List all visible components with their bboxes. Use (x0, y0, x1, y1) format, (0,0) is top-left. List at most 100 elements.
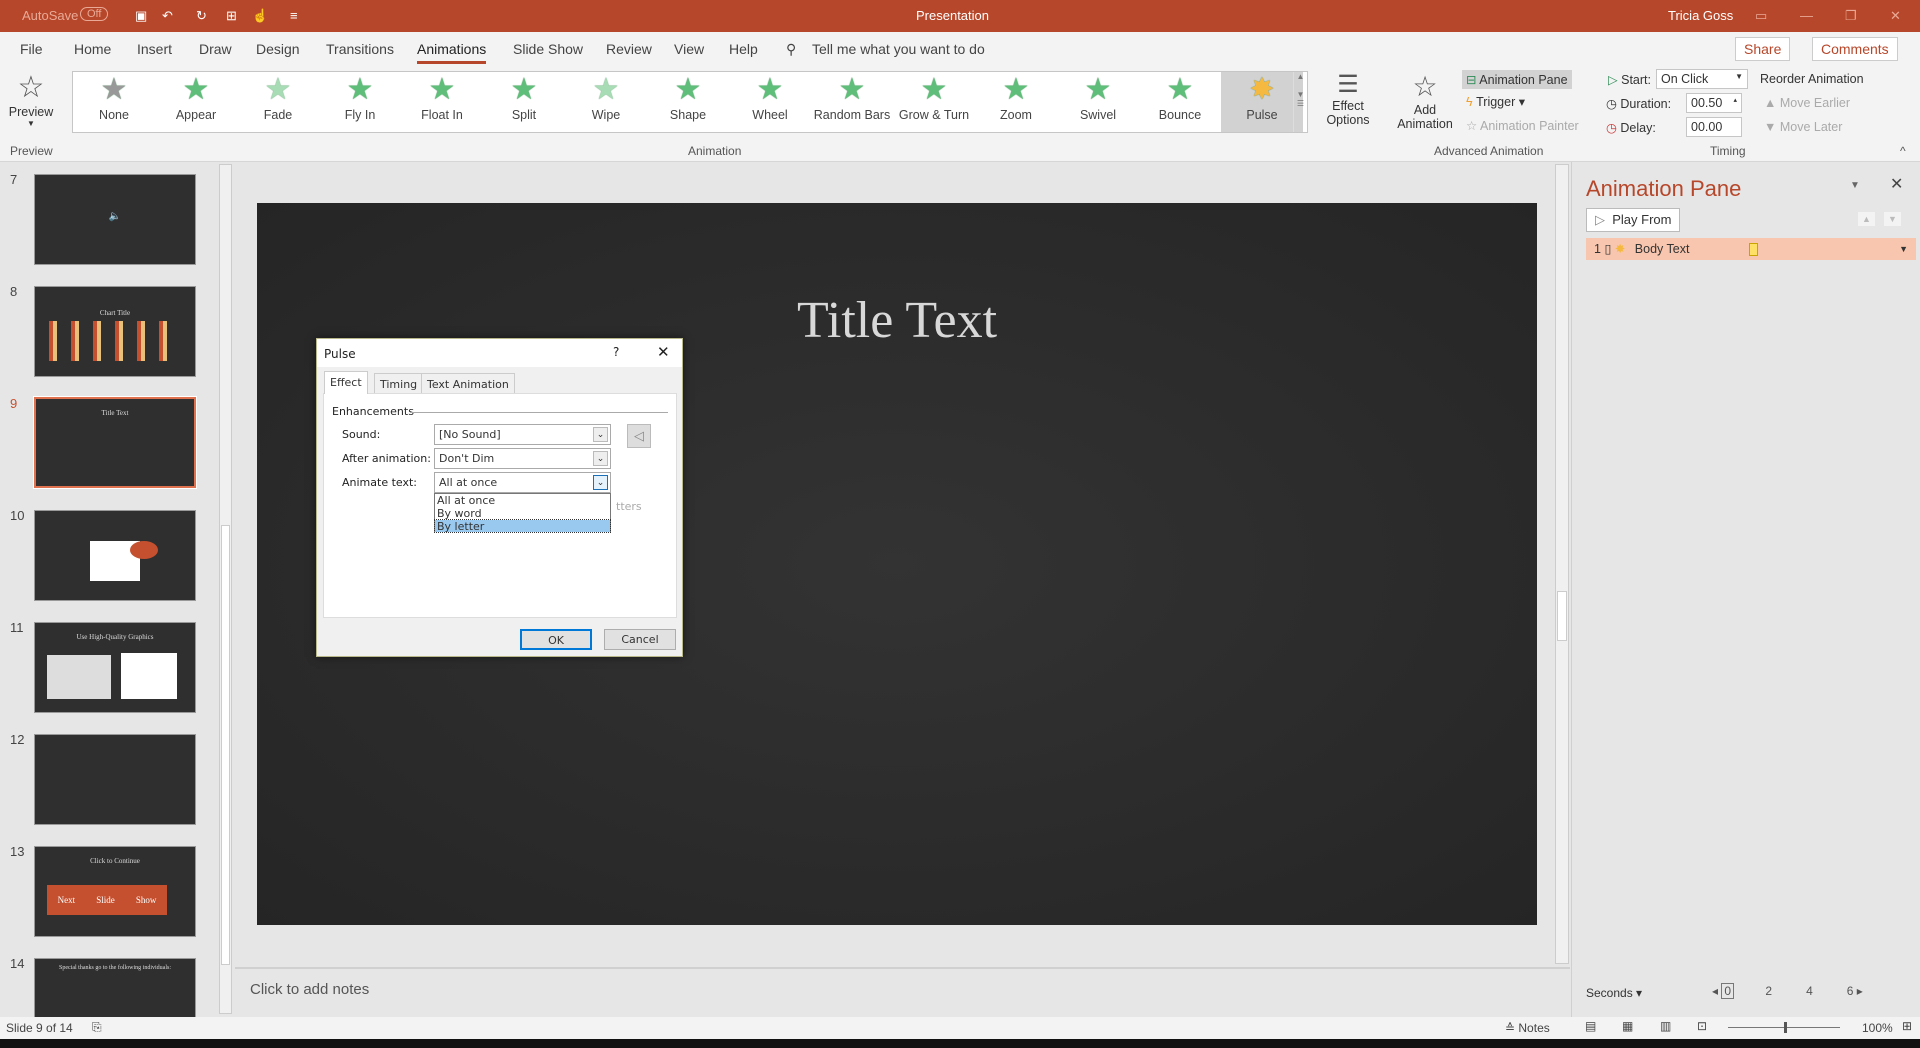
close-pane-icon[interactable]: ✕ (1890, 174, 1903, 194)
tab-home[interactable]: Home (74, 41, 111, 57)
sound-select[interactable]: [No Sound] ⌄ (434, 424, 611, 445)
collapse-ribbon-icon[interactable]: ^ (1900, 144, 1906, 158)
tab-effect[interactable]: Effect (324, 371, 368, 394)
animation-shape[interactable]: ★ Shape (647, 72, 729, 132)
thumbnails-scrollbar[interactable] (219, 164, 232, 1014)
animation-item[interactable]: 1 ▯ ✸ Body Text ▼ (1586, 238, 1916, 260)
fit-slide-icon[interactable]: ⊞ (1902, 1019, 1912, 1033)
notes-button[interactable]: ≙ Notes (1505, 1021, 1550, 1035)
slide-sorter-icon[interactable]: ▦ (1622, 1019, 1633, 1033)
animation-appear[interactable]: ★ Appear (155, 72, 237, 132)
pane-options-icon[interactable]: ▼ (1850, 180, 1860, 191)
tab-help[interactable]: Help (729, 41, 758, 57)
close-icon[interactable]: ✕ (1890, 8, 1901, 24)
zoom-slider[interactable] (1728, 1022, 1840, 1033)
animation-split[interactable]: ★ Split (483, 72, 565, 132)
slide-thumbnail-9[interactable]: Title Text (33, 396, 197, 489)
chevron-down-icon[interactable]: ⌄ (593, 451, 608, 466)
animation-float-in[interactable]: ★ Float In (401, 72, 483, 132)
after-animation-select[interactable]: Don't Dim ⌄ (434, 448, 611, 469)
zoom-level[interactable]: 100% (1862, 1021, 1893, 1035)
slide-thumbnail-11[interactable]: Use High-Quality Graphics (34, 622, 196, 713)
slideshow-view-icon[interactable]: ⊡ (1697, 1019, 1707, 1033)
share-button[interactable]: Share (1735, 37, 1791, 61)
animation-pane-button[interactable]: ⊟ Animation Pane (1462, 70, 1572, 89)
animation-fly-in[interactable]: ★ Fly In (319, 72, 401, 132)
option-by-word[interactable]: By word (435, 507, 610, 520)
preview-button[interactable]: ☆ Preview ▼ (8, 70, 54, 128)
tab-file[interactable]: File (20, 41, 43, 57)
cancel-button[interactable]: Cancel (604, 629, 676, 650)
star-icon: ★ (510, 73, 538, 106)
tab-review[interactable]: Review (606, 41, 652, 57)
animation-random-bars[interactable]: ★ Random Bars (811, 72, 893, 132)
chevron-down-icon[interactable]: ⌄ (593, 427, 608, 442)
seconds-dropdown[interactable]: Seconds ▾ (1586, 986, 1642, 1000)
move-up-icon[interactable]: ▲ (1858, 212, 1875, 226)
gallery-scroll[interactable]: ▲ ▼ ☰ (1293, 72, 1307, 132)
scrollbar-thumb[interactable] (221, 525, 230, 965)
animation-pane: Animation Pane ▼ ✕ ▷ Play From ▲ ▼ 1 ▯ ✸… (1571, 162, 1920, 1017)
slide-number: 11 (10, 620, 24, 635)
slide-thumbnail-7[interactable]: 🔈 (34, 174, 196, 265)
animation-wheel[interactable]: ★ Wheel (729, 72, 811, 132)
tab-design[interactable]: Design (256, 41, 300, 57)
tab-slide-show[interactable]: Slide Show (513, 41, 583, 57)
tab-transitions[interactable]: Transitions (326, 41, 394, 57)
ok-button[interactable]: OK (520, 629, 592, 650)
move-earlier-button[interactable]: ▲ Move Earlier (1764, 96, 1850, 110)
item-menu-icon[interactable]: ▼ (1899, 238, 1908, 260)
delay-input[interactable]: 00.00 (1686, 117, 1742, 137)
animation-wipe[interactable]: ★ Wipe (565, 72, 647, 132)
slide-thumbnail-10[interactable] (34, 510, 196, 601)
speaker-button[interactable]: ◁ (627, 424, 651, 448)
animation-grow-turn[interactable]: ★ Grow & Turn (893, 72, 975, 132)
reading-view-icon[interactable]: ▥ (1660, 1019, 1671, 1033)
add-animation-button[interactable]: ☆ Add Animation (1390, 70, 1460, 131)
animation-pulse[interactable]: ✸ Pulse (1221, 72, 1303, 132)
tell-me-input[interactable]: Tell me what you want to do (812, 41, 985, 57)
scrollbar-thumb[interactable] (1557, 591, 1567, 641)
tab-draw[interactable]: Draw (199, 41, 232, 57)
help-button[interactable]: ? (613, 345, 619, 359)
tab-text-animation[interactable]: Text Animation (421, 373, 515, 394)
animation-zoom[interactable]: ★ Zoom (975, 72, 1057, 132)
chevron-down-icon[interactable]: ⌄ (593, 475, 608, 490)
animation-none[interactable]: ★ None (73, 72, 155, 132)
slide-thumbnail-12[interactable] (34, 734, 196, 825)
star-icon: ★ (1002, 73, 1030, 106)
close-icon[interactable]: ✕ (657, 343, 670, 361)
animate-text-select[interactable]: All at once ⌄ (434, 472, 611, 493)
tab-timing[interactable]: Timing (374, 373, 424, 394)
notes-placeholder[interactable]: Click to add notes (250, 981, 369, 998)
user-name[interactable]: Tricia Goss (1668, 8, 1733, 23)
slide-thumbnail-13[interactable]: Click to Continue Next Slide Show (34, 846, 196, 937)
play-from-button[interactable]: ▷ Play From (1586, 208, 1681, 232)
slide-scrollbar[interactable] (1555, 164, 1569, 964)
animation-painter-button[interactable]: ☆ Animation Painter (1466, 118, 1579, 133)
comments-button[interactable]: Comments (1812, 37, 1898, 61)
tab-animations[interactable]: Animations (417, 41, 487, 64)
duration-input[interactable]: 00.50 ▴ (1686, 93, 1742, 113)
effect-options-button[interactable]: ☰ Effect Options (1318, 70, 1378, 127)
trigger-button[interactable]: ϟ Trigger ▾ (1466, 94, 1525, 109)
move-later-button[interactable]: ▼ Move Later (1764, 120, 1842, 134)
animation-fade[interactable]: ★ Fade (237, 72, 319, 132)
option-all-at-once[interactable]: All at once (435, 494, 610, 507)
tab-insert[interactable]: Insert (137, 41, 172, 57)
tab-view[interactable]: View (674, 41, 704, 57)
slide-thumbnail-14[interactable]: Special thanks go to the following indiv… (34, 958, 196, 1017)
slide-thumbnail-8[interactable]: Chart Title (34, 286, 196, 377)
animation-bounce[interactable]: ★ Bounce (1139, 72, 1221, 132)
start-select[interactable]: On Click ▼ (1656, 69, 1748, 89)
spelling-icon[interactable]: ⎘ (92, 1020, 102, 1035)
notes-pane[interactable]: Click to add notes (235, 967, 1570, 1017)
option-by-letter[interactable]: By letter (434, 519, 611, 533)
minimize-icon[interactable]: — (1800, 8, 1813, 23)
move-down-icon[interactable]: ▼ (1884, 212, 1901, 226)
zoom-slider-thumb[interactable] (1784, 1022, 1787, 1033)
animation-swivel[interactable]: ★ Swivel (1057, 72, 1139, 132)
ribbon-display-icon[interactable]: ▭ (1755, 8, 1767, 24)
maximize-icon[interactable]: ❐ (1845, 8, 1857, 24)
normal-view-icon[interactable]: ▤ (1585, 1019, 1596, 1033)
